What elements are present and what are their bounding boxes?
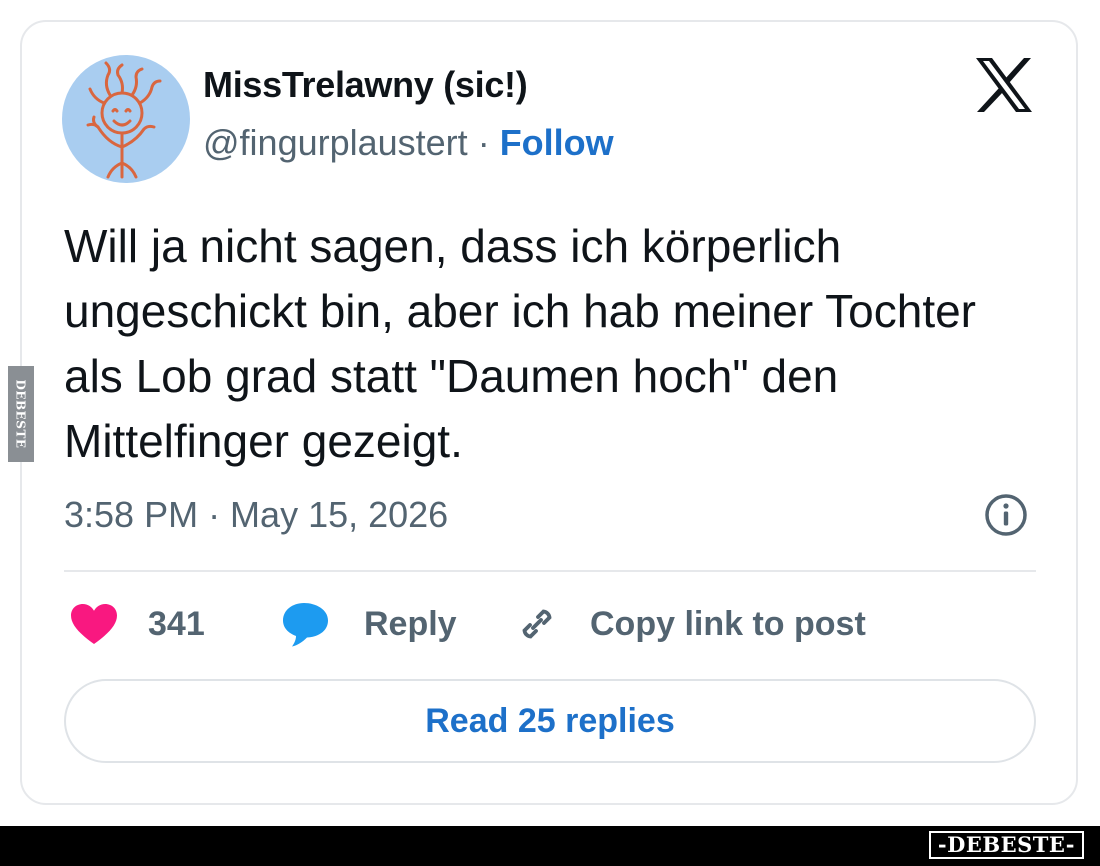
copy-link-label: Copy link to post [590,604,866,643]
avatar[interactable] [62,55,190,183]
footer-bar: -DEBESTE- [0,826,1100,866]
reply-button[interactable]: Reply [282,598,457,650]
speech-bubble-icon [282,601,330,647]
read-replies-label: Read 25 replies [425,701,675,740]
handle-row: @fingurplaustert · Follow [203,122,614,164]
user-handle[interactable]: @fingurplaustert [203,122,468,163]
follow-button[interactable]: Follow [500,122,614,163]
like-button[interactable]: 341 [70,598,205,650]
heart-icon [70,603,118,645]
divider [64,570,1036,572]
reply-label: Reply [364,604,457,643]
link-icon [514,601,560,647]
display-name[interactable]: MissTrelawny (sic!) [203,64,528,106]
like-count: 341 [148,604,205,643]
footer-watermark: -DEBESTE- [928,831,1084,859]
side-watermark-text: DEBESTE [14,379,28,449]
page: MissTrelawny (sic!) @fingurplaustert · F… [0,0,1100,866]
tweet-text: Will ja nicht sagen, dass ich körperlich… [64,220,977,467]
tweet-timestamp[interactable]: 3:58 PM · May 15, 2026 [64,494,448,536]
x-logo-icon[interactable] [974,56,1034,114]
handle-separator: · [467,122,500,163]
info-icon[interactable] [983,492,1029,538]
copy-link-button[interactable]: Copy link to post [514,598,866,650]
read-replies-button[interactable]: Read 25 replies [64,679,1036,763]
side-watermark: DEBESTE [8,366,34,462]
avatar-drawing-icon [86,61,162,179]
